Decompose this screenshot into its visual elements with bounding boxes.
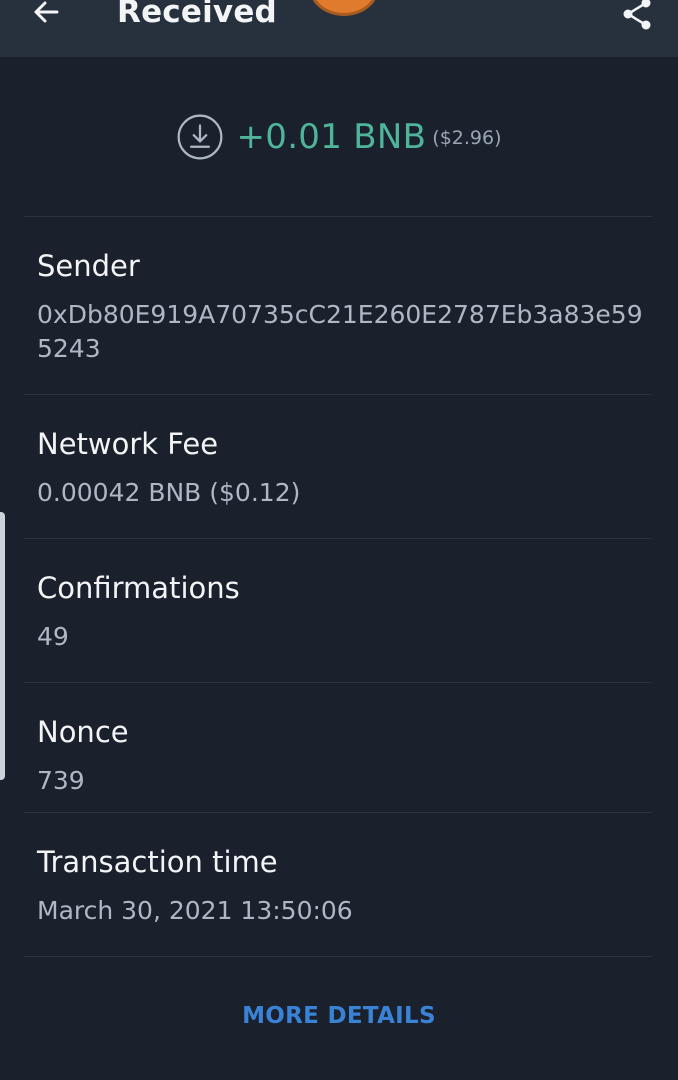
transaction-detail-screen: Received +0.01 BNB ($2.96) Sender 0xDb80… [0, 0, 678, 1080]
nonce-value: 739 [37, 766, 85, 795]
amount-summary: +0.01 BNB ($2.96) [0, 109, 678, 165]
divider [24, 216, 652, 217]
receive-download-icon [176, 113, 224, 161]
divider [24, 394, 652, 395]
sender-label: Sender [37, 249, 140, 283]
page-title: Received [117, 0, 277, 30]
share-button[interactable] [612, 0, 662, 36]
edge-panel-handle[interactable] [0, 512, 5, 780]
divider [24, 956, 652, 957]
amount-fiat-value: ($2.96) [432, 127, 502, 149]
bnb-coin-avatar [309, 0, 379, 16]
nonce-label: Nonce [37, 715, 129, 749]
confirmations-value: 49 [37, 622, 69, 651]
network-fee-label: Network Fee [37, 427, 219, 461]
divider [24, 682, 652, 683]
network-fee-value: 0.00042 BNB ($0.12) [37, 478, 301, 507]
more-details-link[interactable]: MORE DETAILS [0, 996, 678, 1036]
back-button[interactable] [24, 0, 68, 34]
transaction-time-label: Transaction time [37, 845, 278, 879]
divider [24, 538, 652, 539]
transaction-time-value: March 30, 2021 13:50:06 [37, 896, 353, 925]
confirmations-label: Confirmations [37, 571, 240, 605]
arrow-left-icon [34, 1, 59, 23]
app-header: Received [0, 0, 678, 57]
divider [24, 812, 652, 813]
sender-address[interactable]: 0xDb80E919A70735cC21E260E2787Eb3a83e5952… [37, 298, 647, 366]
share-icon [623, 0, 651, 30]
amount-value: +0.01 BNB [236, 117, 427, 157]
